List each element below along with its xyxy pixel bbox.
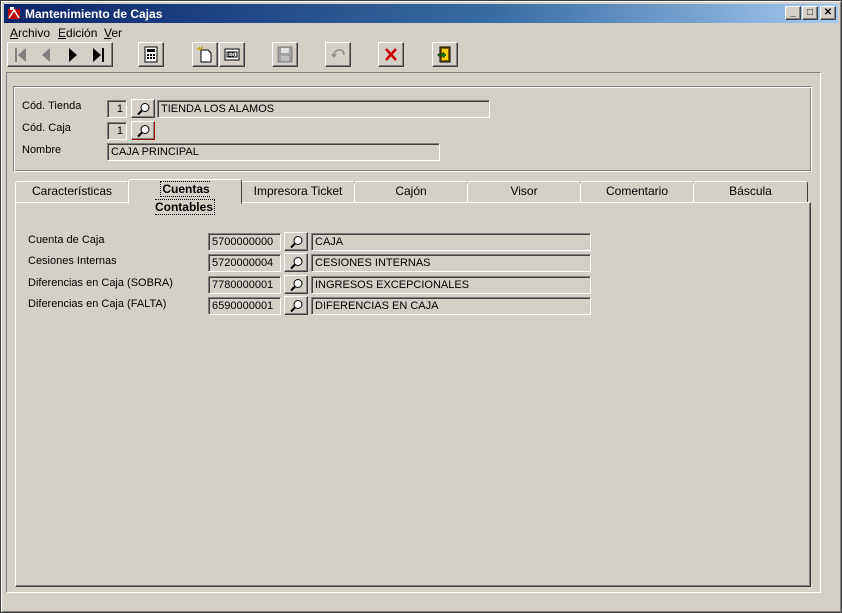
cuentas-contables-panel: Cuenta de Caja 5700000000 CAJA Cesiones … — [15, 202, 811, 587]
menu-edicion[interactable]: Edición — [58, 26, 97, 40]
caja-code-field[interactable]: 1 — [107, 122, 127, 140]
cuenta-description-field[interactable]: CESIONES INTERNAS — [311, 254, 591, 272]
cuenta-description-field[interactable]: DIFERENCIAS EN CAJA — [311, 297, 591, 315]
edit-record-button[interactable]: ED — [219, 42, 245, 67]
tab-strip: Características Cuentas Contables Impres… — [15, 179, 811, 215]
tab-visor-label: Visor — [510, 184, 538, 198]
toolbar: ED — [4, 41, 838, 69]
close-icon: ✕ — [823, 7, 833, 18]
tab-impresora-ticket-label: Impresora Ticket — [253, 184, 343, 198]
close-button[interactable]: ✕ — [820, 6, 836, 20]
tab-caracteristicas[interactable]: Características — [15, 181, 129, 203]
new-record-icon — [197, 46, 212, 63]
search-icon — [290, 236, 303, 249]
tab-cuentas-contables-label: Cuentas Contables — [154, 181, 215, 215]
save-button[interactable] — [272, 42, 298, 67]
cuenta-lookup-button[interactable] — [284, 232, 308, 251]
cuenta-account-field[interactable]: 7780000001 — [208, 276, 281, 294]
minimize-button[interactable]: _ — [785, 6, 801, 20]
cuenta-lookup-button[interactable] — [284, 296, 308, 315]
tienda-name-field[interactable]: TIENDA LOS ALAMOS — [157, 100, 490, 118]
navigation-group — [7, 42, 113, 67]
undo-icon — [331, 49, 345, 58]
undo-button[interactable] — [325, 42, 351, 67]
tab-bascula[interactable]: Báscula — [693, 181, 808, 203]
menu-ver[interactable]: Ver — [104, 26, 122, 40]
minimize-icon: _ — [790, 7, 796, 18]
tab-caracteristicas-label: Características — [31, 184, 113, 198]
caja-label: Cód. Caja — [22, 122, 71, 134]
cuenta-account-field[interactable]: 5720000004 — [208, 254, 281, 272]
first-record-button[interactable] — [8, 43, 34, 68]
menu-archivo[interactable]: Archivo — [10, 26, 50, 40]
edit-record-icon: ED — [224, 48, 240, 61]
tienda-lookup-button[interactable] — [131, 99, 155, 118]
maximize-icon: □ — [806, 7, 814, 18]
calculator-button[interactable] — [138, 42, 164, 67]
calculator-icon — [144, 46, 158, 63]
first-record-icon — [15, 48, 26, 62]
cuenta-description-field[interactable]: INGRESOS EXCEPCIONALES — [311, 276, 591, 294]
previous-record-icon — [42, 48, 50, 62]
cuenta-lookup-button[interactable] — [284, 275, 308, 294]
next-record-icon — [69, 48, 77, 62]
nombre-label: Nombre — [22, 144, 62, 156]
svg-text:ED: ED — [228, 53, 235, 59]
search-icon — [137, 103, 150, 116]
search-icon — [290, 257, 303, 270]
cuenta-account-field[interactable]: 6590000001 — [208, 297, 281, 315]
last-record-button[interactable] — [86, 43, 112, 68]
tienda-code-field[interactable]: 1 — [107, 100, 127, 118]
form-client-area: Cód. Tienda 1 TIENDA LOS ALAMOS Cód. Caj… — [6, 72, 821, 593]
cuenta-row-label: Diferencias en Caja (FALTA) — [28, 298, 167, 310]
menu-ver-label: er — [111, 26, 123, 40]
app-icon — [8, 7, 20, 19]
save-icon — [277, 46, 293, 63]
search-icon — [290, 300, 303, 313]
tab-visor[interactable]: Visor — [467, 181, 581, 203]
cuenta-lookup-button[interactable] — [284, 253, 308, 272]
new-record-button[interactable] — [192, 42, 218, 67]
tab-cuentas-contables[interactable]: Cuentas Contables — [128, 179, 242, 215]
previous-record-button[interactable] — [34, 43, 60, 68]
delete-button[interactable] — [378, 42, 404, 67]
tienda-label: Cód. Tienda — [22, 100, 82, 112]
exit-button[interactable] — [432, 42, 458, 67]
tab-impresora-ticket[interactable]: Impresora Ticket — [241, 181, 355, 203]
tab-comentario-label: Comentario — [605, 184, 669, 198]
last-record-icon — [93, 48, 104, 62]
search-icon — [137, 125, 150, 138]
main-window: Mantenimiento de Cajas _ □ ✕ Archivo Edi… — [0, 0, 842, 613]
tab-bascula-label: Báscula — [729, 184, 772, 198]
cuenta-row-label: Cuenta de Caja — [28, 234, 105, 246]
exit-icon — [437, 46, 451, 63]
tab-cajon[interactable]: Cajón — [354, 181, 468, 203]
title-bar[interactable]: Mantenimiento de Cajas _ □ ✕ — [4, 4, 838, 23]
delete-icon — [385, 48, 397, 61]
cuenta-row-label: Cesiones Internas — [28, 255, 117, 267]
maximize-button[interactable]: □ — [802, 6, 818, 20]
menu-archivo-label: rchivo — [18, 26, 51, 40]
caja-lookup-button[interactable] — [131, 121, 155, 140]
menu-edicion-label: dición — [66, 26, 98, 40]
nombre-field[interactable]: CAJA PRINCIPAL — [107, 143, 440, 161]
next-record-button[interactable] — [60, 43, 86, 68]
menu-bar: Archivo Edición Ver — [4, 24, 838, 42]
search-icon — [290, 279, 303, 292]
cuenta-description-field[interactable]: CAJA — [311, 233, 591, 251]
tab-comentario[interactable]: Comentario — [580, 181, 694, 203]
tab-cajon-label: Cajón — [395, 184, 427, 198]
cuenta-row-label: Diferencias en Caja (SOBRA) — [28, 277, 173, 289]
window-title: Mantenimiento de Cajas — [25, 7, 163, 21]
cuenta-account-field[interactable]: 5700000000 — [208, 233, 281, 251]
header-group: Cód. Tienda 1 TIENDA LOS ALAMOS Cód. Caj… — [13, 86, 812, 172]
